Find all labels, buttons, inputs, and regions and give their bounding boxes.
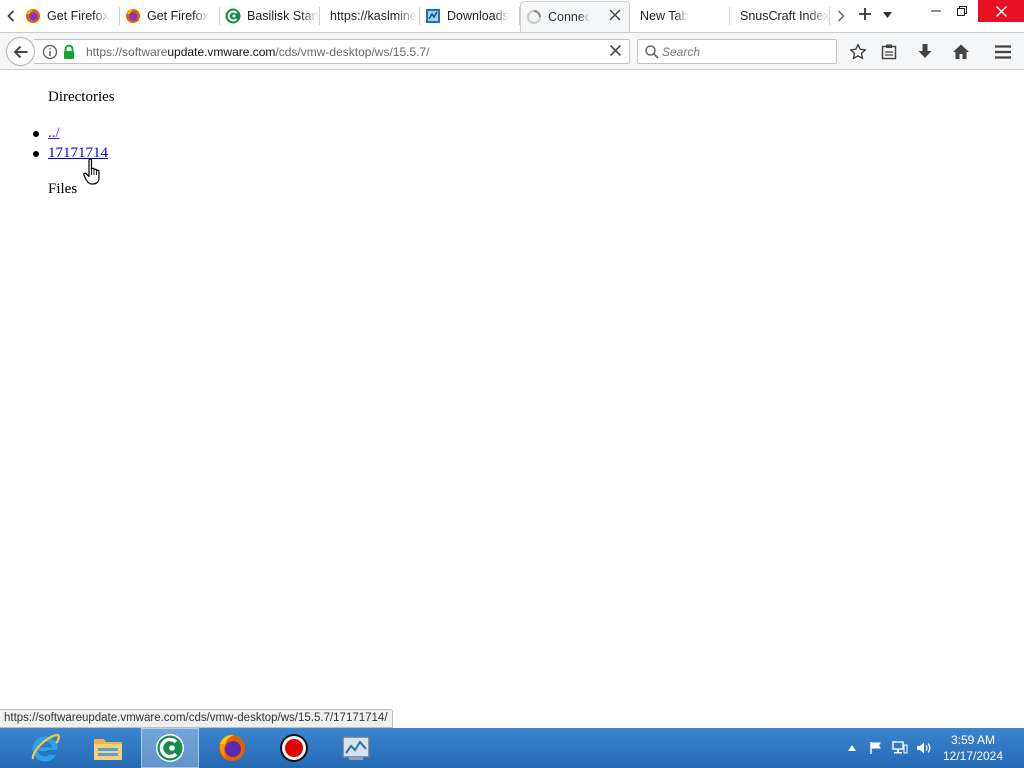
tab-label: Get Firefox [47,9,109,23]
url-path: /cds/vmw-desktop/ws/15.5.7/ [275,45,430,59]
taskbar-recorder[interactable] [265,728,323,768]
tab-basilisk-start[interactable]: Basilisk Start [220,0,320,32]
tab-get-firefox-2[interactable]: Get Firefox [120,0,220,32]
tab-list: Get Firefox Get Firefox Basilisk Start h… [20,0,830,32]
back-arrow-icon [13,45,27,58]
url-bar[interactable]: https://softwareupdate.vmware.com/cds/vm… [34,39,630,64]
directory-list-item: ../ [33,123,108,143]
tab-strip: Get Firefox Get Firefox Basilisk Start h… [0,0,1024,32]
taskbar-file-explorer[interactable] [79,728,137,768]
close-tab-button[interactable] [607,9,623,25]
status-link-tooltip: https://softwareupdate.vmware.com/cds/vm… [0,709,393,728]
parent-directory-link[interactable]: ../ [48,125,60,141]
taskbar-basilisk[interactable] [141,728,199,768]
url-host: update.vmware.com [167,45,276,59]
clipboard-icon [881,44,897,60]
tab-snuscraft-index[interactable]: SnusCraft Index [730,0,830,32]
speaker-icon [917,742,931,754]
download-page-icon [425,8,441,24]
minimize-icon [931,10,941,12]
download-arrow-icon [918,44,932,58]
list-all-tabs-button[interactable] [880,6,894,24]
tab-kaslmine[interactable]: https://kaslmine [320,0,420,32]
basilisk-icon [156,734,184,762]
action-center-button[interactable] [864,728,888,768]
restore-icon [957,6,967,16]
directory-list: ../ 17171714 [33,123,108,163]
control-panel-icon [342,736,370,760]
search-input[interactable] [662,43,832,61]
lock-icon[interactable] [62,44,76,60]
search-bar[interactable] [637,39,837,64]
tab-connecting[interactable]: Connecting [520,1,630,32]
tab-get-firefox-1[interactable]: Get Firefox [20,0,120,32]
close-icon [609,9,621,21]
loading-spinner-icon [526,9,542,25]
clock-time: 3:59 AM [950,733,996,747]
navigation-toolbar: https://softwareupdate.vmware.com/cds/vm… [0,32,1024,70]
tab-downloads[interactable]: Downloads [420,0,520,32]
close-icon [995,5,1007,17]
files-heading: Files [48,181,78,197]
network-button[interactable] [888,728,912,768]
hamburger-menu-icon [995,45,1011,59]
chevron-left-icon [7,10,15,22]
plus-icon [859,8,871,20]
directories-heading: Directories [48,89,115,105]
system-tray [840,728,936,768]
home-icon [953,44,969,59]
tab-label: https://kaslmine [330,9,417,23]
page-content: Directories ../ 17171714 Files [0,71,1024,728]
taskbar-control-panel[interactable] [327,728,385,768]
search-icon [644,44,660,60]
stop-loading-button[interactable] [606,43,624,61]
scroll-tabs-right-button[interactable] [832,0,850,32]
tab-new-tab[interactable]: New Tab [630,0,730,32]
bullet-icon [33,131,39,137]
firefox-icon [125,8,141,24]
new-tab-button[interactable] [854,4,876,26]
bookmark-star-button[interactable] [848,42,868,62]
show-hidden-icons-button[interactable] [840,728,864,768]
hand-pointer-cursor-icon [83,158,100,185]
tab-label: SnusCraft Index [740,9,830,23]
downloads-button[interactable] [915,42,935,62]
volume-button[interactable] [912,728,936,768]
firefox-icon [25,8,41,24]
tab-label: Basilisk Start [247,9,320,23]
chevron-right-icon [837,10,845,22]
home-button[interactable] [951,42,971,62]
bullet-icon [33,151,39,157]
internet-explorer-icon [31,733,60,762]
star-icon [849,43,867,60]
scroll-tabs-left-button[interactable] [2,0,20,32]
taskbar-clock[interactable]: 3:59 AM 12/17/2024 [940,732,1006,764]
restore-button[interactable] [946,0,978,22]
url-text[interactable]: https://softwareupdate.vmware.com/cds/vm… [86,45,429,59]
open-menu-button[interactable] [993,42,1013,62]
url-prefix: https://software [86,45,168,59]
tab-label: Get Firefox [147,9,209,23]
tab-label: Downloads [447,9,509,23]
windows-taskbar: 3:59 AM 12/17/2024 [0,728,1024,768]
chevron-up-icon [848,745,856,751]
chevron-down-icon [882,12,892,18]
taskbar-firefox[interactable] [203,728,261,768]
site-info-icon[interactable] [42,44,58,60]
tab-label: New Tab [640,9,689,23]
record-icon [280,734,308,762]
folder-icon [94,739,122,760]
close-icon [609,44,621,57]
taskbar-internet-explorer[interactable] [16,728,74,768]
clock-date: 12/17/2024 [942,749,1004,763]
back-button[interactable] [6,37,35,66]
bookmarks-library-button[interactable] [879,42,899,62]
tab-label: Connecting [548,10,590,24]
basilisk-icon [225,8,241,24]
flag-icon [870,742,881,754]
firefox-icon [219,734,245,761]
network-icon [892,741,908,754]
close-window-button[interactable] [978,0,1024,22]
